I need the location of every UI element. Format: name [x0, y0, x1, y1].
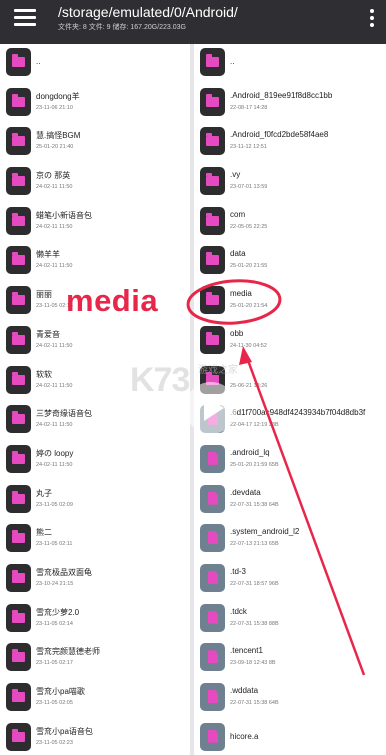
- annotation-overlay: [186, 279, 366, 676]
- annotation-circle: [186, 279, 282, 325]
- annotation-arrow-head: [239, 346, 252, 365]
- annotation-arrow-line: [244, 354, 366, 676]
